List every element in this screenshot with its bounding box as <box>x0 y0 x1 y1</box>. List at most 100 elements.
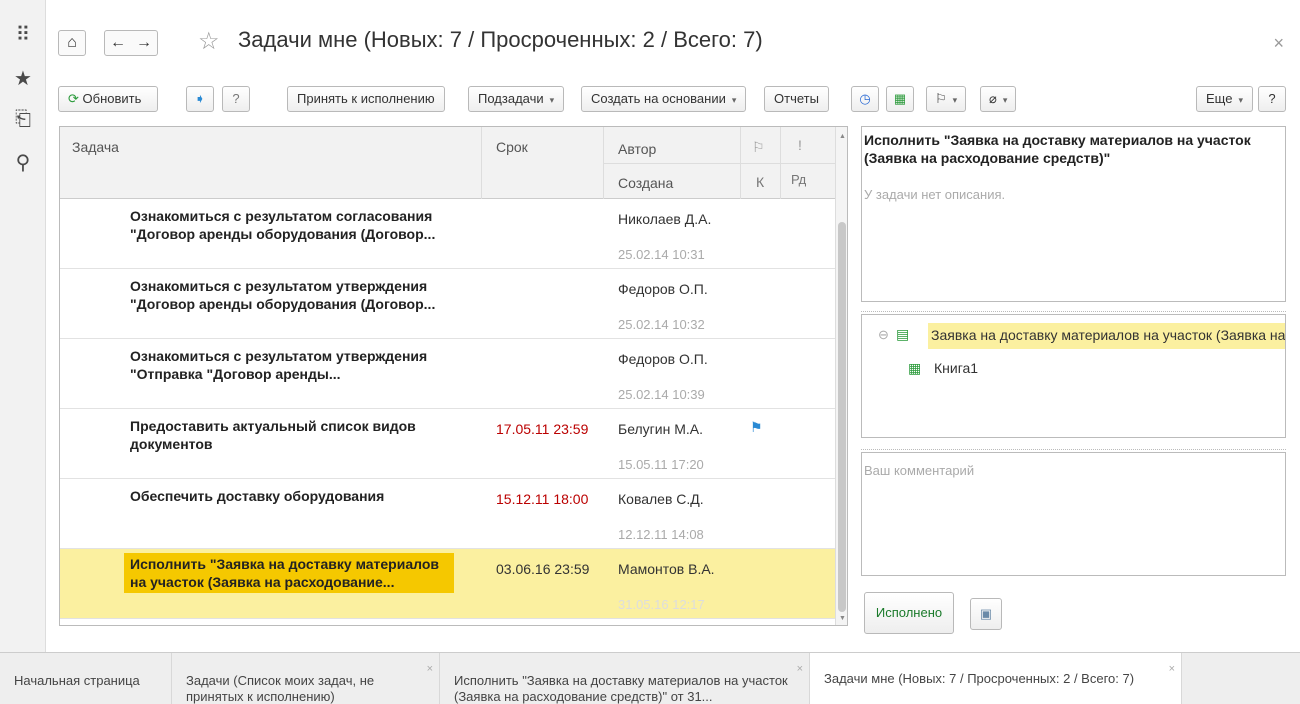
table-row[interactable]: Ознакомиться с результатом согласования … <box>60 199 835 269</box>
excel-button[interactable]: ▦ <box>886 86 914 112</box>
create-based-label: Создать на основании <box>591 91 726 106</box>
home-button[interactable]: ⌂ <box>58 30 86 56</box>
save-icon: ▣ <box>979 606 993 621</box>
column-k[interactable]: К <box>756 174 764 190</box>
column-author[interactable]: Автор <box>618 141 656 157</box>
favorites-star-icon[interactable]: ★ <box>0 66 46 91</box>
save-button[interactable]: ▣ <box>970 598 1002 630</box>
help-doc-button[interactable]: ? <box>222 86 250 112</box>
back-icon[interactable]: ← <box>105 31 131 55</box>
flag-menu-button[interactable]: ⚐ ▾ <box>926 86 967 112</box>
home-icon: ⌂ <box>67 34 77 51</box>
description-placeholder: У задачи нет описания. <box>864 187 1006 202</box>
scrollbar-thumb[interactable] <box>838 222 846 612</box>
comment-placeholder: Ваш комментарий <box>864 463 975 478</box>
chevron-down-icon: ▾ <box>549 95 555 105</box>
more-button[interactable]: Еще ▾ <box>1196 86 1253 112</box>
task-name: Ознакомиться с результатом согласования … <box>130 208 436 242</box>
clock-button[interactable]: ◷ <box>851 86 879 112</box>
document-icon: ▤ <box>896 326 910 342</box>
description-box: У задачи нет описания. <box>861 126 1286 302</box>
apps-grid-icon[interactable]: ⠿ <box>0 22 46 47</box>
more-label: Еще <box>1206 91 1233 106</box>
send-arrow-button[interactable]: ➧ <box>186 86 214 112</box>
task-name: Исполнить "Заявка на доставку материалов… <box>124 553 454 593</box>
task-created: 25.02.14 10:39 <box>618 387 705 402</box>
close-tab-icon[interactable]: × <box>1169 661 1175 677</box>
help-button[interactable]: ? <box>1258 86 1286 112</box>
task-due: 03.06.16 23:59 <box>496 561 590 577</box>
divider <box>861 449 1286 450</box>
task-due-overdue: 17.05.11 23:59 <box>496 421 589 437</box>
close-icon[interactable]: × <box>1273 33 1284 54</box>
column-rd[interactable]: Рд <box>791 172 806 187</box>
tab-my-tasks[interactable]: Задачи (Список моих задач, не принятых к… <box>172 653 440 704</box>
collapse-icon[interactable]: ⊖ <box>878 327 889 343</box>
column-task[interactable]: Задача <box>72 139 119 155</box>
favorite-star-icon[interactable]: ☆ <box>198 27 220 56</box>
table-row-selected[interactable]: Исполнить "Заявка на доставку материалов… <box>60 549 835 619</box>
attachment-child[interactable]: Книга1 <box>934 360 978 376</box>
column-created[interactable]: Создана <box>618 175 673 191</box>
chevron-down-icon: ▾ <box>731 95 737 105</box>
accept-button[interactable]: Принять к исполнению <box>287 86 445 112</box>
chevron-down-icon: ▾ <box>1238 95 1243 105</box>
clock-icon: ◷ <box>859 91 871 106</box>
task-author: Федоров О.П. <box>618 351 708 367</box>
create-based-button[interactable]: Создать на основании ▾ <box>581 86 747 112</box>
table-row[interactable]: Ознакомиться с результатом утверждения "… <box>60 339 835 409</box>
refresh-icon: ⟳ <box>68 91 79 106</box>
chevron-down-icon: ▾ <box>952 95 958 105</box>
task-name: Ознакомиться с результатом утверждения "… <box>130 278 436 312</box>
paperclip-icon: ⌀ <box>989 91 997 106</box>
table-header: Задача Срок Автор Создана ⚐ К ! Рд <box>60 127 835 199</box>
scroll-down-icon[interactable]: ▼ <box>839 615 846 622</box>
task-created: 25.02.14 10:32 <box>618 317 705 332</box>
task-created: 25.02.14 10:31 <box>618 247 705 262</box>
table-row[interactable]: Обеспечить доставку оборудования 15.12.1… <box>60 479 835 549</box>
attach-menu-button[interactable]: ⌀ ▾ <box>980 86 1017 112</box>
excel-icon: ▦ <box>893 91 907 106</box>
column-flag-icon[interactable]: ⚐ <box>752 139 765 156</box>
subtasks-button[interactable]: Подзадачи ▾ <box>468 86 565 112</box>
reports-button[interactable]: Отчеты <box>764 86 829 112</box>
column-priority-icon[interactable]: ! <box>798 137 802 153</box>
close-tab-icon[interactable]: × <box>797 661 803 677</box>
table-row[interactable]: Предоставить актуальный список видов док… <box>60 409 835 479</box>
scroll-up-icon[interactable]: ▲ <box>839 133 846 140</box>
page-title: Задачи мне (Новых: 7 / Просроченных: 2 /… <box>238 27 763 52</box>
tab-label: Начальная страница <box>14 673 140 688</box>
flag-icon: ⚐ <box>935 91 947 106</box>
task-author: Мамонтов В.А. <box>618 561 715 577</box>
arrow-icon: ➧ <box>194 91 206 106</box>
table-row[interactable]: Ознакомиться с результатом утверждения "… <box>60 269 835 339</box>
comment-field[interactable]: Ваш комментарий <box>861 452 1286 576</box>
attachment-root[interactable]: Заявка на доставку материалов на участок… <box>931 327 1285 343</box>
task-author: Федоров О.П. <box>618 281 708 297</box>
subtasks-label: Подзадачи <box>478 91 544 106</box>
tab-tasks-to-me[interactable]: Задачи мне (Новых: 7 / Просроченных: 2 /… <box>810 653 1182 704</box>
title-bar: ⌂ ← → ☆ Задачи мне (Новых: 7 / Просрочен… <box>46 0 1300 76</box>
tab-label: Задачи мне (Новых: 7 / Просроченных: 2 /… <box>824 671 1135 686</box>
task-name: Ознакомиться с результатом утверждения "… <box>130 348 428 382</box>
table-scrollbar[interactable]: ▲ ▼ <box>835 127 847 625</box>
flag-icon[interactable]: ⚑ <box>750 419 763 436</box>
tab-label: Задачи (Список моих задач, не принятых к… <box>186 673 375 704</box>
done-button[interactable]: Исполнено <box>864 592 954 634</box>
task-name: Предоставить актуальный список видов док… <box>130 418 416 452</box>
left-rail: ⠿ ★ ⎗ ⚲ <box>0 0 46 652</box>
help-icon: ? <box>232 91 240 106</box>
task-author: Ковалев С.Д. <box>618 491 704 507</box>
history-icon[interactable]: ⎗ <box>0 108 46 131</box>
tab-home[interactable]: Начальная страница <box>0 653 172 704</box>
task-created: 12.12.11 14:08 <box>618 527 704 542</box>
close-tab-icon[interactable]: × <box>427 661 433 677</box>
task-author: Белугин М.А. <box>618 421 704 437</box>
refresh-button[interactable]: ⟳ Обновить <box>58 86 158 112</box>
forward-icon[interactable]: → <box>131 31 157 55</box>
chevron-down-icon: ▾ <box>1002 95 1008 105</box>
excel-file-icon: ▦ <box>908 360 922 376</box>
tab-task-detail[interactable]: Исполнить "Заявка на доставку материалов… <box>440 653 810 704</box>
column-due[interactable]: Срок <box>496 139 528 155</box>
search-icon[interactable]: ⚲ <box>0 150 46 175</box>
